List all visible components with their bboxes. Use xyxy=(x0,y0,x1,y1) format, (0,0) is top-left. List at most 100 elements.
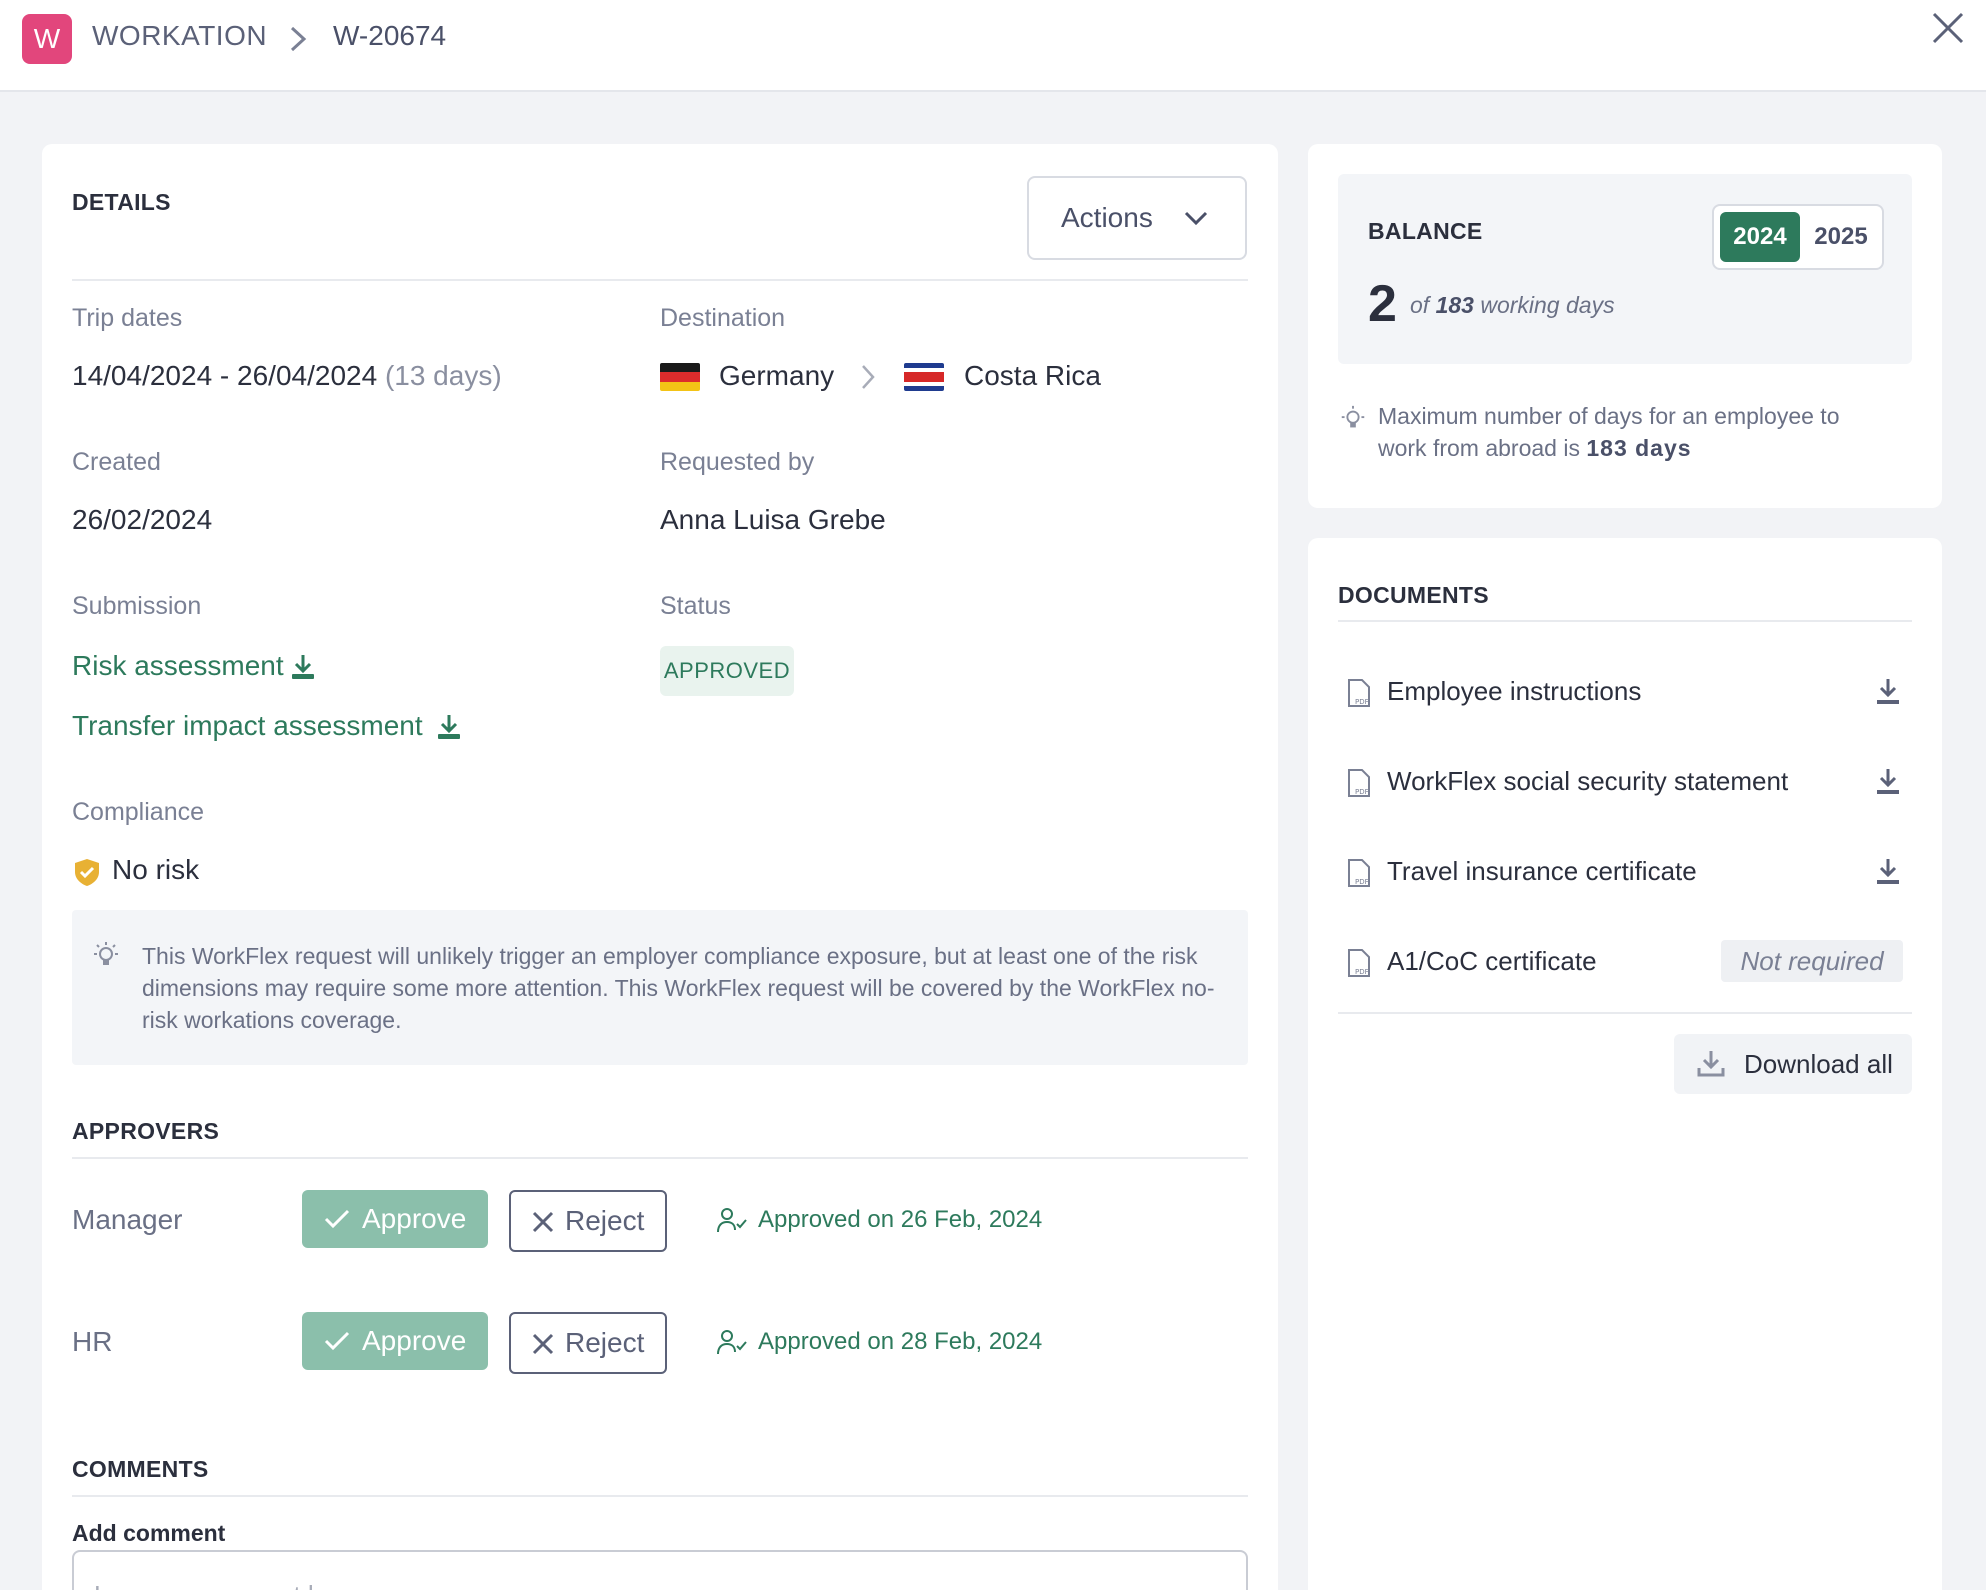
destination-country: Costa Rica xyxy=(964,360,1101,391)
trip-dates-label: Trip dates xyxy=(72,304,183,332)
transfer-impact-assessment-link[interactable]: Transfer impact assessment xyxy=(72,710,423,742)
not-required-badge: Not required xyxy=(1721,940,1903,982)
costa-rica-flag-icon xyxy=(904,363,944,391)
svg-text:PDF: PDF xyxy=(1355,788,1369,796)
status-label: Status xyxy=(660,592,731,620)
user-check-icon xyxy=(717,1208,747,1233)
check-icon xyxy=(324,1331,350,1351)
balance-hint: Maximum number of days for an employee t… xyxy=(1378,400,1839,464)
compliance-note: This WorkFlex request will unlikely trig… xyxy=(142,943,1215,1033)
reject-label: Reject xyxy=(565,1205,645,1236)
balance-card: BALANCE 2024 2025 2 of 183 working days … xyxy=(1308,144,1942,508)
approve-button-manager[interactable]: Approve xyxy=(302,1190,488,1248)
destination-label: Destination xyxy=(660,304,786,332)
user-check-icon xyxy=(717,1330,747,1355)
approve-button-hr[interactable]: Approve xyxy=(302,1312,488,1370)
approve-label: Approve xyxy=(362,1325,467,1356)
documents-bottom-divider xyxy=(1338,1012,1912,1014)
trip-dates-range: 14/04/2024 - 26/04/2024 xyxy=(72,360,378,391)
submission-label: Submission xyxy=(72,592,202,620)
reject-label: Reject xyxy=(565,1327,645,1358)
comments-divider xyxy=(72,1495,1248,1497)
origin-country: Germany xyxy=(719,360,835,391)
lightbulb-icon xyxy=(1341,405,1365,428)
lightbulb-icon xyxy=(94,942,118,965)
balance-title: BALANCE xyxy=(1368,218,1483,244)
hint-line-2: work from abroad is xyxy=(1378,435,1580,461)
documents-title: DOCUMENTS xyxy=(1338,582,1489,608)
of-prefix: of xyxy=(1410,292,1430,318)
svg-text:PDF: PDF xyxy=(1355,878,1369,886)
pdf-file-icon: PDF xyxy=(1348,769,1370,797)
year-toggle: 2024 2025 xyxy=(1712,204,1884,270)
compliance-info-box: This WorkFlex request will unlikely trig… xyxy=(72,910,1248,1065)
status-badge: APPROVED xyxy=(660,646,794,696)
compliance-label: Compliance xyxy=(72,798,205,826)
comments-title: COMMENTS xyxy=(72,1456,209,1482)
close-icon[interactable] xyxy=(1930,10,1966,46)
details-title: DETAILS xyxy=(72,189,171,215)
documents-divider xyxy=(1338,620,1912,622)
approver-role-manager: Manager xyxy=(72,1204,183,1235)
germany-flag-icon xyxy=(660,363,700,391)
requested-by-value: Anna Luisa Grebe xyxy=(660,504,886,535)
svg-text:PDF: PDF xyxy=(1355,968,1369,976)
details-divider xyxy=(72,279,1248,281)
document-name: A1/CoC certificate xyxy=(1387,946,1597,976)
balance-summary: BALANCE 2024 2025 2 of 183 working days xyxy=(1338,174,1912,364)
download-all-button[interactable]: Download all xyxy=(1674,1034,1912,1094)
download-icon[interactable] xyxy=(1874,766,1902,796)
created-value: 26/02/2024 xyxy=(72,504,213,535)
pdf-file-icon: PDF xyxy=(1348,949,1370,977)
pdf-file-icon: PDF xyxy=(1348,679,1370,707)
chevron-right-icon xyxy=(862,365,875,389)
document-name[interactable]: Travel insurance certificate xyxy=(1387,856,1697,887)
used-days: 2 xyxy=(1368,275,1397,333)
trip-days: (13 days) xyxy=(384,360,502,391)
check-icon xyxy=(324,1209,350,1229)
top-bar: W WORKATION W-20674 xyxy=(0,0,1986,92)
approval-note-hr: Approved on 28 Feb, 2024 xyxy=(758,1328,1043,1355)
chevron-right-icon xyxy=(290,26,307,52)
year-2025-button[interactable]: 2025 xyxy=(1802,212,1880,262)
download-all-label: Download all xyxy=(1744,1048,1893,1079)
trip-dates-value: 14/04/2024 - 26/04/2024 (13 days) xyxy=(72,360,502,392)
requested-by-label: Requested by xyxy=(660,448,815,476)
svg-text:PDF: PDF xyxy=(1355,698,1369,706)
shield-check-icon xyxy=(75,859,99,886)
download-icon[interactable] xyxy=(434,712,464,742)
comment-input[interactable] xyxy=(72,1550,1248,1590)
reject-button-hr[interactable]: Reject xyxy=(509,1312,667,1374)
add-comment-label: Add comment xyxy=(72,1520,226,1546)
chevron-down-icon xyxy=(1184,211,1208,226)
actions-dropdown[interactable]: Actions xyxy=(1027,176,1247,260)
app-logo: W xyxy=(22,14,72,64)
created-label: Created xyxy=(72,448,161,476)
days-total-text: of 183 working days xyxy=(1410,292,1615,319)
actions-label: Actions xyxy=(1061,202,1153,233)
pdf-file-icon: PDF xyxy=(1348,859,1370,887)
close-icon xyxy=(532,1211,554,1233)
download-icon[interactable] xyxy=(1874,676,1902,706)
approval-note-manager: Approved on 26 Feb, 2024 xyxy=(758,1206,1043,1233)
hint-line-1: Maximum number of days for an employee t… xyxy=(1378,403,1840,429)
document-name[interactable]: Employee instructions xyxy=(1387,676,1641,707)
compliance-value: No risk xyxy=(112,854,200,885)
breadcrumb-id: W-20674 xyxy=(333,20,447,51)
approvers-title: APPROVERS xyxy=(72,1118,220,1144)
download-icon[interactable] xyxy=(1874,856,1902,886)
year-2024-button[interactable]: 2024 xyxy=(1720,212,1800,262)
document-name[interactable]: WorkFlex social security statement xyxy=(1387,766,1788,797)
approver-role-hr: HR xyxy=(72,1326,113,1357)
of-suffix: working days xyxy=(1480,292,1615,318)
hint-days: 183 days xyxy=(1586,435,1692,461)
risk-assessment-link[interactable]: Risk assessment xyxy=(72,650,284,682)
close-icon xyxy=(532,1333,554,1355)
download-icon[interactable] xyxy=(288,652,318,682)
breadcrumb-section[interactable]: WORKATION xyxy=(92,20,267,52)
download-icon xyxy=(1697,1051,1725,1077)
approvers-divider xyxy=(72,1157,1248,1159)
approve-label: Approve xyxy=(362,1203,467,1234)
reject-button-manager[interactable]: Reject xyxy=(509,1190,667,1252)
total-days: 183 xyxy=(1435,292,1474,318)
